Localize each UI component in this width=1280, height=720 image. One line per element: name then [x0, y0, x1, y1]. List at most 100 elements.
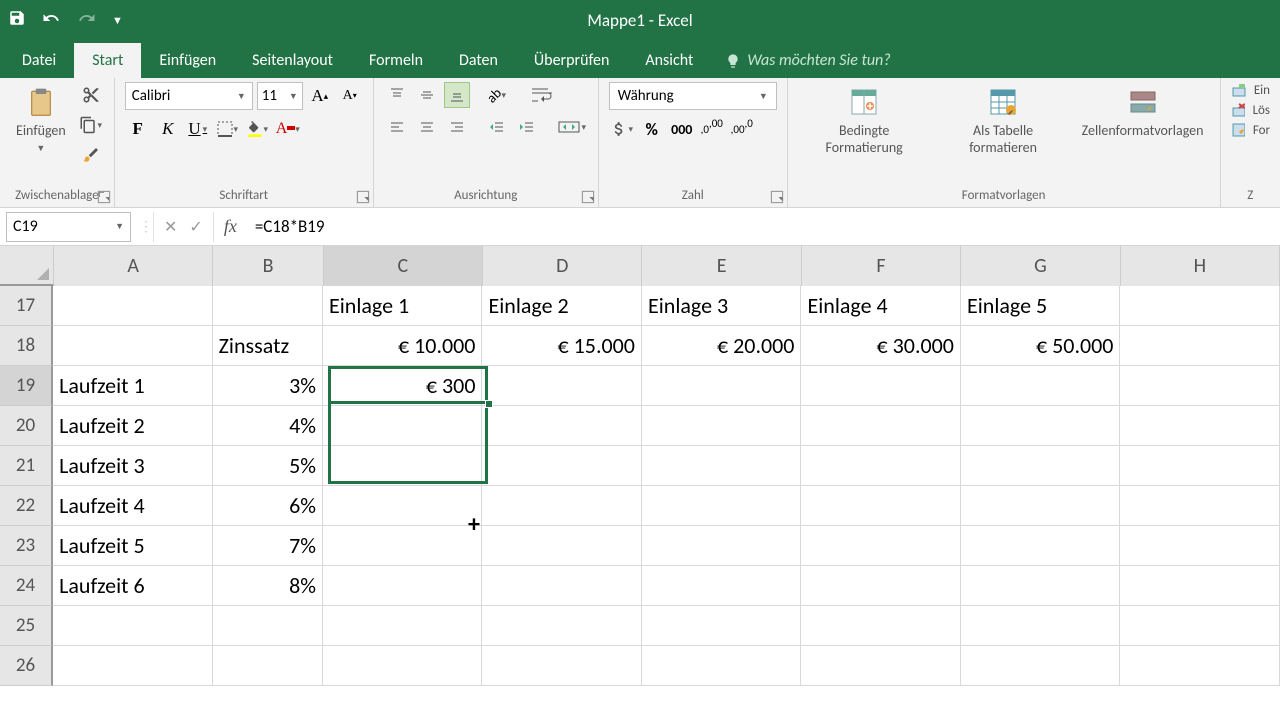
tab-datei[interactable]: Datei	[4, 43, 74, 78]
paste-button[interactable]: Einfügen ▼	[10, 82, 72, 158]
cell[interactable]	[801, 406, 961, 446]
font-size-select[interactable]: 11▼	[257, 82, 303, 110]
cell[interactable]: Einlage 1	[323, 286, 483, 326]
align-right-button[interactable]	[444, 114, 470, 140]
conditional-format-button[interactable]: Bedingte Formatierung	[798, 82, 931, 160]
cell[interactable]	[642, 486, 802, 526]
align-bottom-button[interactable]	[444, 82, 470, 108]
cell[interactable]	[53, 286, 213, 326]
cell[interactable]	[961, 446, 1121, 486]
save-icon[interactable]	[8, 9, 26, 32]
tab-einfuegen[interactable]: Einfügen	[141, 43, 234, 78]
cell[interactable]	[1120, 406, 1280, 446]
increase-indent-button[interactable]	[514, 114, 540, 140]
fill-color-button[interactable]: ▾	[245, 116, 271, 142]
cell[interactable]: Laufzeit 4	[53, 486, 213, 526]
cell[interactable]: Einlage 4	[801, 286, 961, 326]
cell[interactable]: Laufzeit 1	[53, 366, 213, 406]
cell[interactable]: € 15.000	[482, 326, 642, 366]
tab-ueberpruefen[interactable]: Überprüfen	[516, 43, 627, 78]
cell[interactable]	[213, 286, 323, 326]
merge-button[interactable]: ▾	[556, 114, 588, 140]
cell[interactable]: 7%	[213, 526, 323, 566]
row-header[interactable]: 23	[0, 526, 53, 566]
redo-icon[interactable]	[76, 9, 98, 32]
qat-dropdown-icon[interactable]: ▼	[112, 14, 123, 27]
row-header[interactable]: 22	[0, 486, 53, 526]
row-header[interactable]: 26	[0, 646, 53, 686]
row-header[interactable]: 24	[0, 566, 53, 606]
col-header-c[interactable]: C	[324, 246, 483, 286]
tab-daten[interactable]: Daten	[441, 43, 516, 78]
cell[interactable]	[1120, 486, 1280, 526]
cell[interactable]: Zinssatz	[213, 326, 323, 366]
percent-button[interactable]: %	[639, 116, 665, 142]
format-as-table-button[interactable]: Als Tabelle formatieren	[937, 82, 1070, 160]
number-format-select[interactable]: Währung▼	[609, 82, 777, 110]
cell[interactable]	[801, 486, 961, 526]
col-header-d[interactable]: D	[483, 246, 642, 286]
cell[interactable]	[53, 326, 213, 366]
cell[interactable]	[213, 606, 323, 646]
cell[interactable]	[482, 406, 642, 446]
cell[interactable]	[961, 406, 1121, 446]
cell[interactable]: 3%	[213, 366, 323, 406]
cell[interactable]	[1120, 646, 1280, 686]
align-top-button[interactable]	[384, 82, 410, 108]
cell[interactable]	[323, 606, 483, 646]
dialog-launcher-icon[interactable]	[581, 190, 595, 204]
cell[interactable]	[642, 446, 802, 486]
dialog-launcher-icon[interactable]	[97, 190, 111, 204]
italic-button[interactable]: K	[155, 116, 181, 142]
col-header-b[interactable]: B	[213, 246, 323, 286]
align-middle-button[interactable]	[414, 82, 440, 108]
delete-cells-button[interactable]: Lös	[1231, 102, 1271, 118]
row-header[interactable]: 19	[0, 366, 53, 406]
cell[interactable]	[801, 566, 961, 606]
cell[interactable]	[323, 446, 483, 486]
cell[interactable]: € 20.000	[642, 326, 802, 366]
cell[interactable]	[642, 566, 802, 606]
cell[interactable]	[1120, 286, 1280, 326]
cell[interactable]	[482, 486, 642, 526]
cell[interactable]	[801, 446, 961, 486]
cell[interactable]: Laufzeit 6	[53, 566, 213, 606]
cell[interactable]	[801, 526, 961, 566]
cell[interactable]: 8%	[213, 566, 323, 606]
cell[interactable]: Laufzeit 3	[53, 446, 213, 486]
cell[interactable]	[323, 646, 483, 686]
dialog-launcher-icon[interactable]	[356, 190, 370, 204]
cell[interactable]: Einlage 2	[482, 286, 642, 326]
fill-handle[interactable]	[485, 400, 493, 408]
cell[interactable]	[1120, 566, 1280, 606]
decrease-indent-button[interactable]	[484, 114, 510, 140]
cell[interactable]: Laufzeit 2	[53, 406, 213, 446]
cell[interactable]	[323, 526, 483, 566]
cell[interactable]	[482, 526, 642, 566]
orientation-button[interactable]: ab▾	[484, 82, 510, 108]
col-header-e[interactable]: E	[642, 246, 801, 286]
cell[interactable]	[961, 486, 1121, 526]
bold-button[interactable]: F	[125, 116, 151, 142]
grow-font-button[interactable]: A▴	[307, 83, 333, 109]
cell[interactable]	[213, 646, 323, 686]
tab-seitenlayout[interactable]: Seitenlayout	[234, 43, 351, 78]
cell[interactable]	[961, 566, 1121, 606]
cell[interactable]	[482, 646, 642, 686]
cell[interactable]: € 30.000	[801, 326, 961, 366]
row-header[interactable]: 18	[0, 326, 53, 366]
cell[interactable]	[961, 366, 1121, 406]
fx-icon[interactable]: fx	[214, 216, 247, 237]
cell[interactable]: 6%	[213, 486, 323, 526]
row-header[interactable]: 25	[0, 606, 53, 646]
select-all-button[interactable]	[0, 246, 54, 286]
cell[interactable]	[1120, 526, 1280, 566]
cell[interactable]	[1120, 446, 1280, 486]
cell[interactable]	[53, 646, 213, 686]
copy-button[interactable]: ▾	[78, 112, 104, 138]
cell[interactable]	[323, 406, 483, 446]
dialog-launcher-icon[interactable]	[770, 190, 784, 204]
wrap-text-button[interactable]	[526, 82, 558, 108]
format-painter-button[interactable]	[78, 142, 104, 168]
cell[interactable]: Einlage 3	[642, 286, 802, 326]
